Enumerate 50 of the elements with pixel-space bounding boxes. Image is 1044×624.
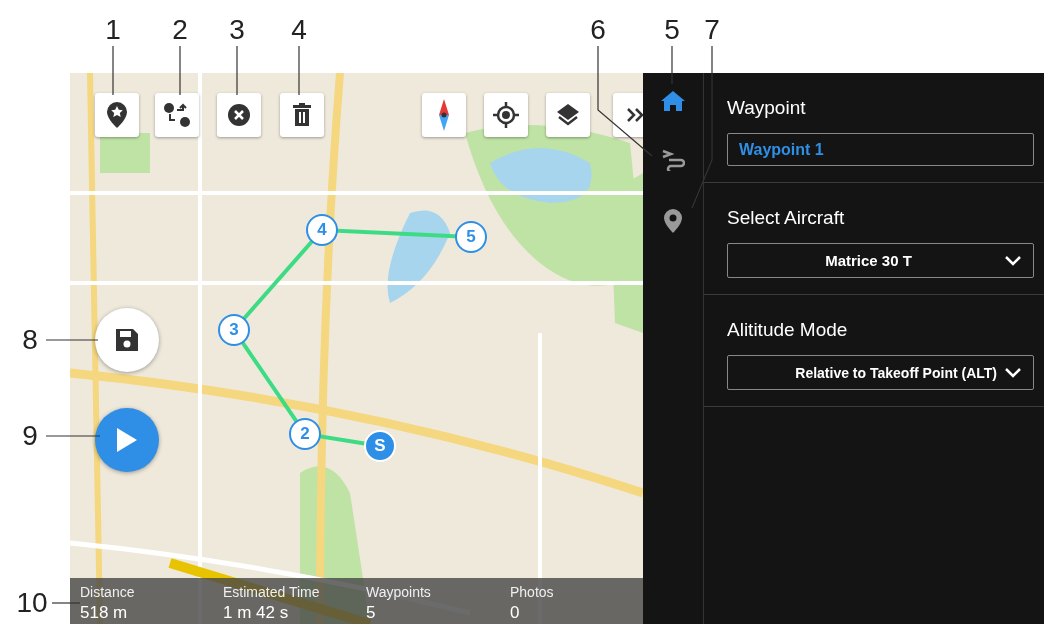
callout-number: 7 [704,16,720,44]
summary-value: 1 m 42 s [223,603,290,623]
leader-line [298,45,300,96]
compass-icon [439,99,449,131]
leader-line [45,339,99,341]
section-label: Select Aircraft [727,207,846,229]
callout-number: 5 [664,16,680,44]
dropdown[interactable]: Relative to Takeoff Point (ALT) [727,355,1034,390]
callout-number: 3 [229,16,245,44]
summary-label: Distance [80,584,136,600]
play-icon [117,428,137,452]
swap-icon [163,101,191,129]
leader-line [51,602,81,604]
map-toolbar-button[interactable] [155,93,199,137]
section-label: Waypoint [727,97,807,119]
callout-number: 6 [590,16,606,44]
summary-label: Waypoints [366,584,432,600]
summary-label: Photos [510,584,555,600]
section-label: Alititude Mode [727,319,849,341]
trash-icon [293,103,311,127]
route-icon [661,149,685,171]
map-toolbar-button[interactable] [280,93,324,137]
summary-value: 5 [366,603,377,623]
callout-number: 9 [22,422,38,450]
map-toolbar-button[interactable] [484,93,528,137]
map-toolbar-button[interactable] [217,93,261,137]
pin-icon [664,209,682,233]
chevron-down-icon [1005,367,1021,378]
summary-value: 518 m [80,603,129,623]
locate-icon [493,102,519,128]
callout-number: 10 [16,589,48,617]
close-circle-icon [228,104,250,126]
leader-line [236,45,238,96]
summary-label: Estimated Time [223,584,321,600]
map-toolbar-button[interactable] [95,93,139,137]
leader-line [112,45,114,96]
layers-icon [556,103,580,127]
pin-star-icon [107,102,127,128]
callout-number: 2 [172,16,188,44]
summary-value: 0 [510,603,521,623]
callout-number: 8 [22,326,38,354]
map-toolbar-button[interactable] [546,93,590,137]
leader-line [45,435,101,437]
callout-number: 4 [291,16,307,44]
dropdown[interactable]: Matrice 30 T [727,243,1034,278]
waypoint-name-field[interactable]: Waypoint 1 [727,133,1034,166]
callout-number: 1 [105,16,121,44]
leader-line [179,45,181,96]
home-icon [661,91,685,111]
chevron-down-icon [1005,255,1021,266]
